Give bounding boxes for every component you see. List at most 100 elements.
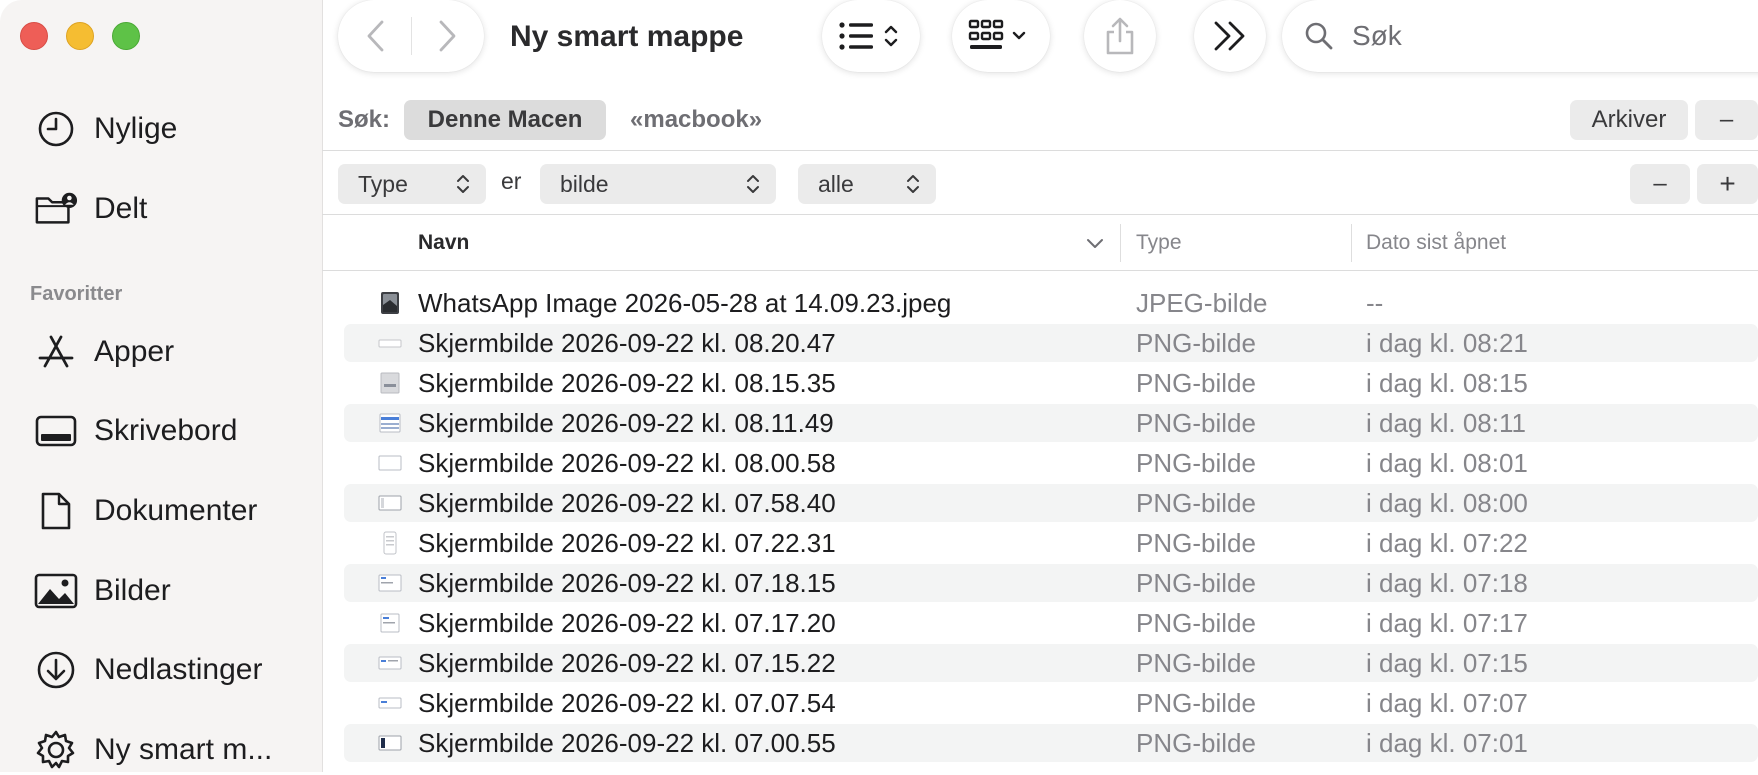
sidebar-item-label: Nedlastinger — [94, 653, 263, 686]
column-separator[interactable] — [1120, 224, 1121, 262]
search-placeholder: Søk — [1352, 20, 1402, 51]
forward-button[interactable] — [412, 0, 482, 72]
grid-view-icon — [968, 19, 1026, 49]
file-name: Skjermbilde 2026-09-22 kl. 08.11.49 — [418, 408, 834, 438]
updown-chevron-icon — [747, 175, 759, 193]
file-row[interactable]: Skjermbilde 2026-09-22 kl. 08.20.47 PNG-b… — [344, 324, 1758, 362]
save-search-button[interactable]: Arkiver — [1570, 100, 1688, 140]
close-window-button[interactable] — [20, 22, 48, 50]
sidebar-item-bilder[interactable]: Bilder — [34, 566, 171, 616]
window-title: Ny smart mappe — [510, 20, 744, 53]
sidebar-section-favorites: Favoritter — [30, 283, 123, 305]
file-row[interactable]: Skjermbilde 2026-09-22 kl. 08.15.35 PNG-b… — [344, 364, 1758, 402]
file-name: Skjermbilde 2026-09-22 kl. 08.20.47 — [418, 328, 836, 358]
file-type: PNG-bilde — [1136, 688, 1256, 718]
file-row[interactable]: WhatsApp Image 2026-05-28 at 14.09.23.jp… — [344, 284, 1758, 322]
share-button[interactable] — [1084, 0, 1156, 72]
search-field[interactable]: Søk — [1282, 0, 1758, 72]
criteria-operator-label: er — [501, 168, 522, 194]
toolbar-overflow-button[interactable] — [1194, 0, 1266, 72]
file-name: WhatsApp Image 2026-05-28 at 14.09.23.jp… — [418, 288, 952, 318]
image-thumbnail-icon — [378, 611, 402, 635]
sidebar-item-dokumenter[interactable]: Dokumenter — [34, 486, 257, 536]
file-name: Skjermbilde 2026-09-22 kl. 07.17.20 — [418, 608, 836, 638]
remove-search-button[interactable]: – — [1695, 100, 1758, 140]
file-name: Skjermbilde 2026-09-22 kl. 08.15.35 — [418, 368, 836, 398]
sidebar-item-label: Delt — [94, 192, 148, 225]
chevron-left-icon — [367, 20, 383, 52]
image-thumbnail-icon — [378, 571, 402, 595]
criteria-value-text: bilde — [560, 170, 609, 197]
column-header-type[interactable]: Type — [1136, 228, 1182, 258]
sidebar-item-label: Nylige — [94, 112, 178, 145]
image-thumbnail-icon — [378, 491, 402, 515]
image-thumbnail-icon — [378, 371, 402, 395]
file-row[interactable]: Skjermbilde 2026-09-22 kl. 07.17.20 PNG-b… — [344, 604, 1758, 642]
apps-icon — [34, 330, 78, 374]
back-button[interactable] — [341, 0, 411, 72]
divider — [322, 214, 1758, 215]
group-by-button[interactable] — [952, 0, 1050, 72]
file-row[interactable]: Skjermbilde 2026-09-22 kl. 07.15.22 PNG-b… — [344, 644, 1758, 682]
column-separator[interactable] — [1351, 224, 1352, 262]
gear-icon — [34, 728, 78, 772]
sidebar-item-delt[interactable]: Delt — [34, 184, 147, 234]
minimize-window-button[interactable] — [66, 22, 94, 50]
updown-chevron-icon — [457, 175, 469, 193]
file-type: JPEG-bilde — [1136, 288, 1268, 318]
file-row[interactable]: Skjermbilde 2026-09-22 kl. 07.22.31 PNG-b… — [344, 524, 1758, 562]
column-header-date[interactable]: Dato sist åpnet — [1366, 228, 1506, 258]
file-name: Skjermbilde 2026-09-22 kl. 07.22.31 — [418, 528, 836, 558]
sidebar-item-nedlastinger[interactable]: Nedlastinger — [34, 645, 262, 695]
sidebar-item-label: Skrivebord — [94, 414, 238, 447]
desktop-icon — [34, 409, 78, 453]
clock-icon — [34, 107, 78, 151]
scope-macbook-button[interactable]: «macbook» — [630, 100, 762, 140]
column-header-name[interactable]: Navn — [418, 228, 469, 258]
file-date-opened: -- — [1366, 288, 1384, 318]
scope-this-mac-button[interactable]: Denne Macen — [404, 100, 606, 140]
zoom-window-button[interactable] — [112, 22, 140, 50]
file-date-opened: i dag kl. 07:17 — [1366, 608, 1528, 638]
chevron-right-icon — [439, 20, 455, 52]
criteria-qualifier-popup[interactable]: alle — [798, 164, 936, 204]
file-row[interactable]: Skjermbilde 2026-09-22 kl. 07.58.40 PNG-b… — [344, 484, 1758, 522]
file-date-opened: i dag kl. 07:15 — [1366, 648, 1528, 678]
photo-icon — [34, 569, 78, 613]
file-row[interactable]: Skjermbilde 2026-09-22 kl. 08.00.58 PNG-b… — [344, 444, 1758, 482]
file-type: PNG-bilde — [1136, 728, 1256, 758]
criteria-attribute-popup[interactable]: Type — [338, 164, 486, 204]
file-type: PNG-bilde — [1136, 408, 1256, 438]
file-type: PNG-bilde — [1136, 448, 1256, 478]
file-type: PNG-bilde — [1136, 648, 1256, 678]
sidebar-item-skrivebord[interactable]: Skrivebord — [34, 406, 237, 456]
divider — [322, 270, 1758, 271]
file-date-opened: i dag kl. 08:00 — [1366, 488, 1528, 518]
sidebar-item-apper[interactable]: Apper — [34, 327, 174, 377]
sort-chevron-down-icon[interactable] — [1086, 237, 1104, 249]
file-type: PNG-bilde — [1136, 528, 1256, 558]
sidebar-item-label: Bilder — [94, 574, 171, 607]
sidebar-item-ny-smart-mappe[interactable]: Ny smart m... — [34, 725, 272, 775]
file-row[interactable]: Skjermbilde 2026-09-22 kl. 08.11.49 PNG-b… — [344, 404, 1758, 442]
file-row[interactable]: Skjermbilde 2026-09-22 kl. 07.00.55 PNG-b… — [344, 724, 1758, 762]
image-thumbnail-icon — [378, 651, 402, 675]
shared-folder-icon — [34, 187, 78, 231]
add-criteria-button[interactable]: + — [1697, 164, 1758, 204]
file-row[interactable]: Skjermbilde 2026-09-22 kl. 07.18.15 PNG-b… — [344, 564, 1758, 602]
list-view-button[interactable] — [822, 0, 920, 72]
search-icon — [1305, 22, 1333, 50]
share-icon — [1106, 17, 1134, 55]
double-chevron-right-icon — [1214, 21, 1245, 51]
file-row[interactable]: Skjermbilde 2026-09-22 kl. 07.07.54 PNG-b… — [344, 684, 1758, 722]
file-type: PNG-bilde — [1136, 568, 1256, 598]
image-thumbnail-icon — [378, 691, 402, 715]
sidebar: Nylige Delt Favoritter Apper Skrivebord … — [0, 0, 323, 772]
image-thumbnail-icon — [378, 731, 402, 755]
remove-criteria-button[interactable]: – — [1630, 164, 1690, 204]
sidebar-item-label: Apper — [94, 335, 175, 368]
criteria-value-popup[interactable]: bilde — [540, 164, 776, 204]
sidebar-item-label: Ny smart m... — [94, 733, 273, 766]
image-thumbnail-icon — [378, 531, 402, 555]
sidebar-item-nylige[interactable]: Nylige — [34, 104, 177, 154]
